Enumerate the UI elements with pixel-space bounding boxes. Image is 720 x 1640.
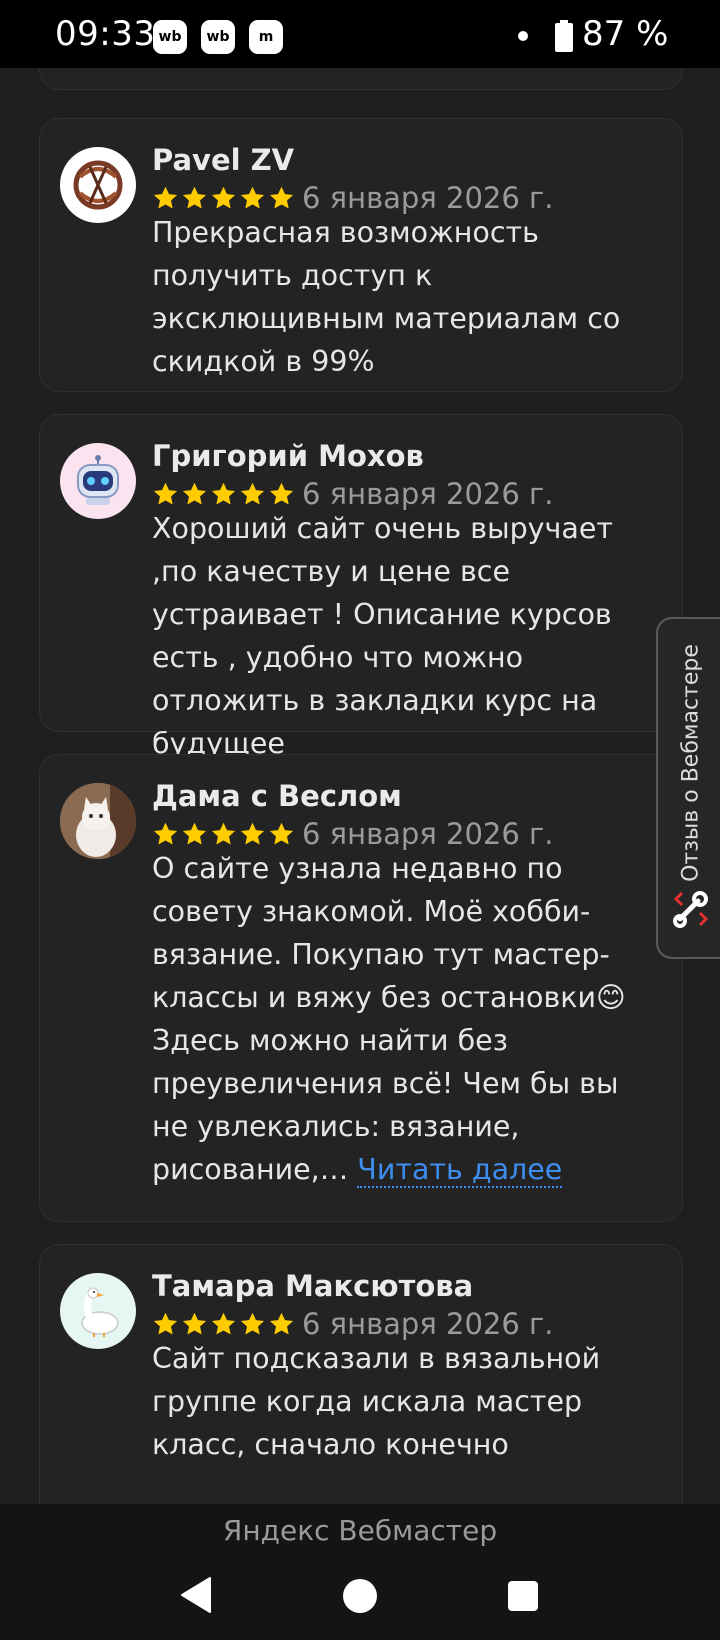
star-icon (211, 1312, 236, 1335)
status-time: 09:33 (55, 14, 156, 54)
star-icon (269, 186, 294, 209)
rating-stars (152, 185, 295, 212)
review-text: Сайт подсказали в вязальной группе когда… (152, 1342, 601, 1461)
back-icon[interactable] (180, 1576, 212, 1614)
star-icon (211, 186, 236, 209)
review-card: Дама с Веслом 6 января 2026 г. О сайте у… (39, 754, 683, 1222)
robot-avatar[interactable] (60, 443, 136, 519)
star-icon (182, 822, 207, 845)
review-card-previous (39, 68, 683, 90)
review-card: Григорий Мохов 6 января 2026 г. Хороший … (39, 414, 683, 760)
review-date: 6 января 2026 г. (302, 817, 554, 851)
home-icon[interactable] (343, 1579, 377, 1613)
review-author[interactable]: Тамара Максютова (152, 1269, 473, 1303)
star-icon (153, 186, 178, 209)
review-author[interactable]: Григорий Мохов (152, 439, 424, 473)
m-app-icon: m (249, 20, 283, 54)
review-text: Хороший сайт очень выручает ,по качеству… (152, 512, 613, 760)
recent-apps-icon[interactable] (508, 1581, 538, 1611)
goose-avatar[interactable] (60, 1273, 136, 1349)
star-icon (182, 1312, 207, 1335)
rating-stars (152, 481, 295, 508)
star-icon (153, 482, 178, 505)
rating-stars (152, 1311, 295, 1338)
review-author[interactable]: Дама с Веслом (152, 779, 402, 813)
review-date: 6 января 2026 г. (302, 181, 554, 215)
star-icon (269, 822, 294, 845)
review-text: О сайте узнала недавно по совету знакомо… (152, 847, 657, 1191)
site-title: Яндекс Вебмастер (222, 1514, 498, 1547)
feedback-tab-label: Отзыв о Вебмастере (678, 644, 704, 882)
review-text: Прекрасная возможность получить доступ к… (152, 216, 621, 378)
star-icon (211, 822, 236, 845)
battery-percent: 87 % (582, 14, 669, 54)
bottom-bar: Яндекс Вебмастер (0, 1504, 720, 1640)
webmaster-feedback-tab[interactable]: Отзыв о Вебмастере (656, 617, 720, 959)
reviews-feed[interactable]: Pavel ZV 6 января 2026 г. Прекрасная воз… (0, 68, 720, 1506)
review-text-body: О сайте узнала недавно по совету знакомо… (152, 852, 626, 1186)
star-icon (269, 482, 294, 505)
notification-dot-icon (518, 31, 528, 41)
review-date: 6 января 2026 г. (302, 1307, 554, 1341)
read-more-link[interactable]: Читать далее (357, 1153, 563, 1188)
wrench-icon (673, 891, 709, 928)
star-icon (269, 1312, 294, 1335)
star-icon (240, 482, 265, 505)
review-author[interactable]: Pavel ZV (152, 143, 294, 177)
star-icon (182, 186, 207, 209)
star-icon (240, 822, 265, 845)
star-icon (153, 1312, 178, 1335)
star-icon (240, 186, 265, 209)
wb-app-icon-2: wb (201, 20, 235, 54)
cat-avatar[interactable] (60, 783, 136, 859)
battery-icon (555, 20, 573, 52)
logo-avatar[interactable] (60, 147, 136, 223)
star-icon (182, 482, 207, 505)
rating-stars (152, 821, 295, 848)
star-icon (240, 1312, 265, 1335)
review-date: 6 января 2026 г. (302, 477, 554, 511)
wb-app-icon: wb (153, 20, 187, 54)
status-bar: 09:33 wb wb m 87 % (0, 0, 720, 68)
review-card: Тамара Максютова 6 января 2026 г. Сайт п… (39, 1244, 683, 1506)
star-icon (211, 482, 236, 505)
star-icon (153, 822, 178, 845)
review-card: Pavel ZV 6 января 2026 г. Прекрасная воз… (39, 118, 683, 392)
